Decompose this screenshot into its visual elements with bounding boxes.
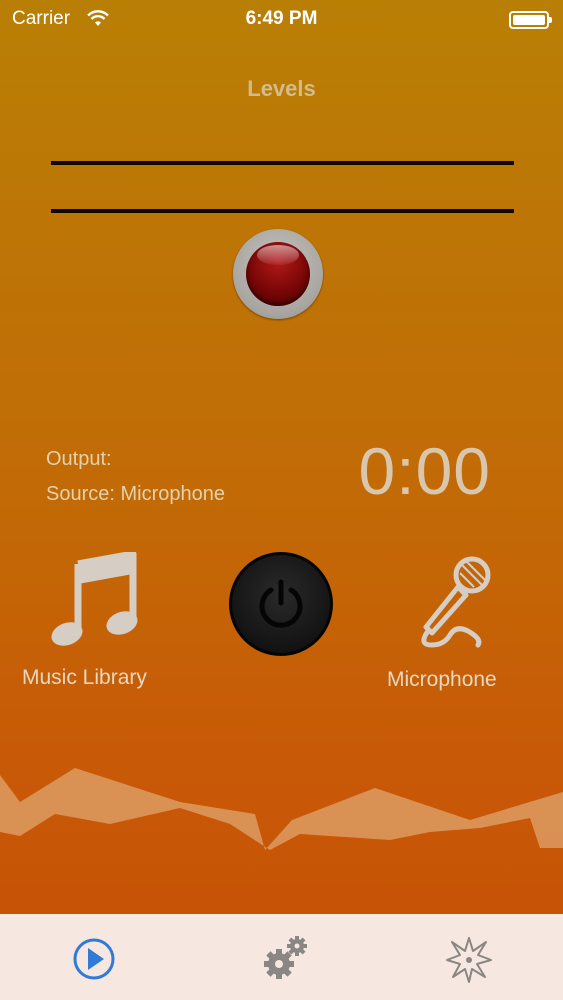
mountain-silhouette <box>0 768 563 850</box>
battery-icon <box>509 11 552 29</box>
tab-gears[interactable] <box>259 934 309 984</box>
record-button[interactable] <box>233 229 323 319</box>
microphone-label[interactable]: Microphone <box>387 668 497 692</box>
status-bar: Carrier 6:49 PM <box>0 0 563 38</box>
level-meter-right <box>51 209 514 213</box>
power-icon <box>259 579 303 628</box>
music-note-icon[interactable] <box>48 552 138 647</box>
music-library-label[interactable]: Music Library <box>22 666 147 690</box>
tab-starburst[interactable] <box>444 934 494 984</box>
microphone-icon[interactable] <box>410 553 494 649</box>
power-button[interactable] <box>229 552 333 656</box>
tab-bar <box>0 914 563 1000</box>
battery-fill <box>513 15 545 25</box>
timer-display: 0:00 <box>358 434 491 508</box>
output-label: Output: <box>46 448 112 470</box>
record-shine <box>257 245 299 265</box>
tab-play[interactable] <box>69 934 119 984</box>
clock: 6:49 PM <box>245 8 318 29</box>
levels-title: Levels <box>247 76 316 101</box>
level-meter-left <box>51 161 514 165</box>
source-label: Source: Microphone <box>46 483 225 505</box>
